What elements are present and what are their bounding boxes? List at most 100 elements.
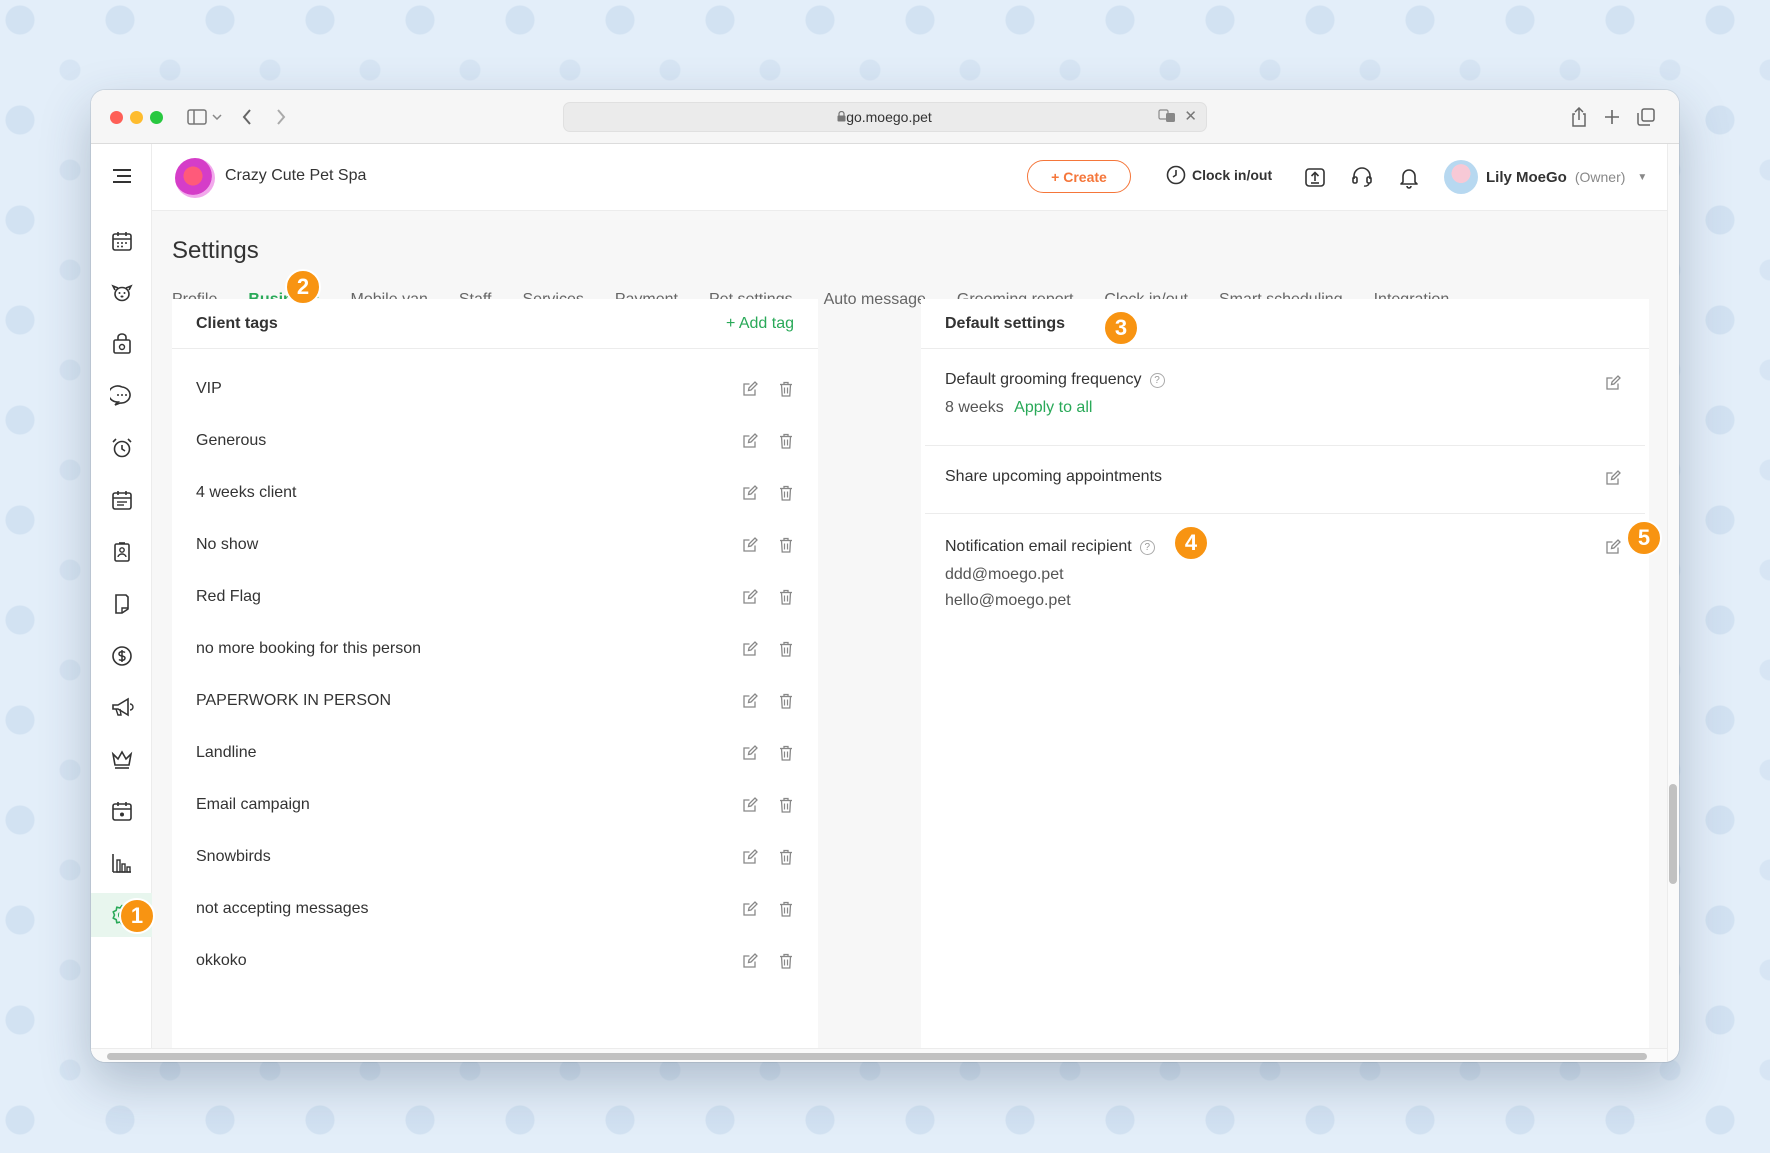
edit-icon[interactable] xyxy=(742,589,758,605)
share-icon[interactable] xyxy=(1569,104,1589,130)
nav-staff[interactable] xyxy=(91,530,152,574)
tag-row: Snowbirds xyxy=(172,831,818,883)
tag-row: PAPERWORK IN PERSON xyxy=(172,675,818,727)
browser-titlebar: go.moego.pet ✕ xyxy=(91,90,1679,144)
nav-reminders[interactable] xyxy=(91,426,152,470)
close-window-button[interactable] xyxy=(110,111,123,124)
edit-icon[interactable] xyxy=(742,381,758,397)
calendar-alt-icon xyxy=(111,802,132,821)
browser-window: go.moego.pet ✕ Crazy Cute Pet Spa + Crea… xyxy=(91,90,1679,1062)
vertical-scroll-thumb[interactable] xyxy=(1669,784,1677,884)
edit-icon[interactable] xyxy=(1605,539,1621,560)
nav-booking[interactable] xyxy=(91,789,152,833)
edit-icon[interactable] xyxy=(742,901,758,917)
add-tag-button[interactable]: + Add tag xyxy=(726,315,794,333)
edit-icon[interactable] xyxy=(742,693,758,709)
trash-icon[interactable] xyxy=(778,901,794,917)
tag-row: Landline xyxy=(172,727,818,779)
calendar-icon xyxy=(111,232,132,251)
horizontal-scroll-thumb[interactable] xyxy=(107,1053,1647,1060)
tag-label: not accepting messages xyxy=(196,900,369,917)
create-button[interactable]: + Create xyxy=(1027,160,1131,193)
tag-row: Generous xyxy=(172,415,818,467)
edit-icon[interactable] xyxy=(742,641,758,657)
nav-marketing[interactable] xyxy=(91,685,152,729)
tag-label: 4 weeks client xyxy=(196,484,297,501)
apply-to-all-link[interactable]: Apply to all xyxy=(1014,399,1092,416)
trash-icon[interactable] xyxy=(778,849,794,865)
edit-icon[interactable] xyxy=(742,745,758,761)
tag-label: PAPERWORK IN PERSON xyxy=(196,692,391,709)
default-settings-panel: Default settings Default grooming freque… xyxy=(921,299,1649,1062)
nav-messages[interactable] xyxy=(91,374,152,418)
edit-icon[interactable] xyxy=(742,797,758,813)
notification-email-2: hello@moego.pet xyxy=(945,592,1071,609)
trash-icon[interactable] xyxy=(778,797,794,813)
new-tab-icon[interactable] xyxy=(1602,104,1622,130)
business-name[interactable]: Crazy Cute Pet Spa xyxy=(225,167,366,185)
tab-overview-icon[interactable] xyxy=(1636,104,1656,130)
nav-calendar[interactable] xyxy=(91,219,152,263)
nav-pets[interactable] xyxy=(91,271,152,315)
trash-icon[interactable] xyxy=(778,745,794,761)
help-icon[interactable]: ? xyxy=(1149,372,1165,388)
grooming-frequency-label: Default grooming frequency xyxy=(945,371,1142,388)
nav-membership[interactable] xyxy=(91,737,152,781)
upload-icon[interactable] xyxy=(1303,165,1327,189)
trash-icon[interactable] xyxy=(778,537,794,553)
menu-toggle-button[interactable] xyxy=(91,154,152,198)
maximize-window-button[interactable] xyxy=(150,111,163,124)
nav-retail[interactable] xyxy=(91,322,152,366)
default-settings-header: Default settings xyxy=(921,299,1649,349)
nav-schedule[interactable] xyxy=(91,478,152,522)
trash-icon[interactable] xyxy=(778,485,794,501)
user-menu[interactable]: Lily MoeGo (Owner) ▼ xyxy=(1444,160,1647,194)
edit-icon[interactable] xyxy=(742,537,758,553)
trash-icon[interactable] xyxy=(778,589,794,605)
step-badge-2: 2 xyxy=(285,269,321,305)
business-avatar[interactable] xyxy=(175,158,215,198)
clear-url-icon[interactable]: ✕ xyxy=(1184,107,1197,125)
tag-row: Red Flag xyxy=(172,571,818,623)
forward-arrow-icon[interactable] xyxy=(273,104,289,130)
contact-card-icon xyxy=(113,542,130,562)
default-settings-title: Default settings xyxy=(945,314,1066,332)
nav-payments[interactable] xyxy=(91,634,152,678)
edit-icon[interactable] xyxy=(1605,375,1621,396)
tag-label: okkoko xyxy=(196,952,247,969)
caret-down-icon: ▼ xyxy=(1637,171,1648,183)
minimize-window-button[interactable] xyxy=(130,111,143,124)
edit-icon[interactable] xyxy=(742,433,758,449)
edit-icon[interactable] xyxy=(1605,470,1621,491)
bell-icon[interactable] xyxy=(1397,165,1421,189)
trash-icon[interactable] xyxy=(778,693,794,709)
step-badge-1: 1 xyxy=(119,898,155,934)
trash-icon[interactable] xyxy=(778,381,794,397)
translate-icon[interactable] xyxy=(1158,109,1176,126)
share-upcoming-setting: Share upcoming appointments xyxy=(925,446,1645,514)
help-icon[interactable]: ? xyxy=(1139,539,1155,555)
trash-icon[interactable] xyxy=(778,641,794,657)
back-arrow-icon[interactable] xyxy=(239,104,255,130)
edit-icon[interactable] xyxy=(742,485,758,501)
nav-agreements[interactable] xyxy=(91,582,152,626)
tab-auto-message[interactable]: Auto message xyxy=(824,291,926,317)
trash-icon[interactable] xyxy=(778,433,794,449)
clock-icon xyxy=(1166,165,1186,185)
vertical-scrollbar[interactable] xyxy=(1667,144,1679,1062)
hamburger-menu-icon xyxy=(112,169,131,183)
step-badge-4: 4 xyxy=(1173,525,1209,561)
clock-in-out-button[interactable]: Clock in/out xyxy=(1166,165,1272,185)
chevron-down-icon[interactable] xyxy=(211,104,223,130)
sidebar-toggle-icon[interactable] xyxy=(186,104,208,130)
crown-icon xyxy=(111,750,132,769)
nav-reports[interactable] xyxy=(91,841,152,885)
pet-icon xyxy=(110,284,133,302)
headset-icon[interactable] xyxy=(1350,165,1374,189)
edit-icon[interactable] xyxy=(742,849,758,865)
document-icon xyxy=(114,594,129,614)
trash-icon[interactable] xyxy=(778,953,794,969)
address-bar[interactable]: go.moego.pet ✕ xyxy=(563,102,1207,132)
edit-icon[interactable] xyxy=(742,953,758,969)
horizontal-scrollbar[interactable] xyxy=(91,1048,1667,1062)
